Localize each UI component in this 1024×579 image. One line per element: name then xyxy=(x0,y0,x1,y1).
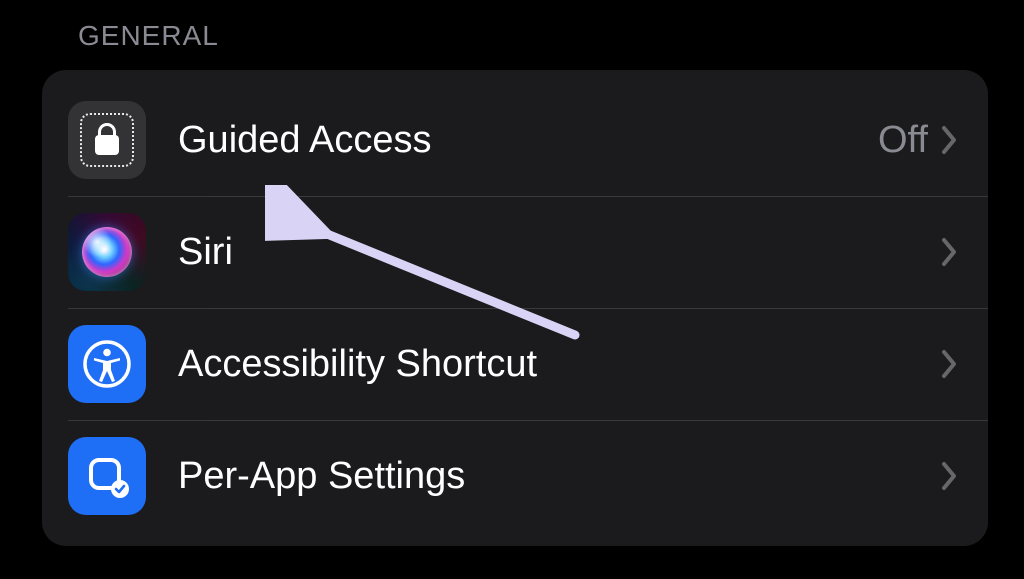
row-value: Off xyxy=(878,119,928,162)
row-divider xyxy=(208,308,958,309)
siri-icon xyxy=(68,213,146,291)
chevron-right-icon xyxy=(942,126,958,154)
row-label: Accessibility Shortcut xyxy=(178,343,942,386)
row-accessibility-shortcut[interactable]: Accessibility Shortcut xyxy=(68,308,958,420)
row-label: Siri xyxy=(178,231,942,274)
section-header-general: GENERAL xyxy=(78,20,219,52)
row-divider xyxy=(208,420,958,421)
chevron-right-icon xyxy=(942,462,958,490)
row-label: Per-App Settings xyxy=(178,455,942,498)
chevron-right-icon xyxy=(942,350,958,378)
row-per-app-settings[interactable]: Per-App Settings xyxy=(68,420,958,532)
settings-card-general: Guided Access Off Siri Accessibility Sho… xyxy=(42,70,988,546)
row-siri[interactable]: Siri xyxy=(68,196,958,308)
guided-access-icon xyxy=(68,101,146,179)
per-app-icon xyxy=(68,437,146,515)
row-guided-access[interactable]: Guided Access Off xyxy=(68,84,958,196)
row-label: Guided Access xyxy=(178,119,878,162)
chevron-right-icon xyxy=(942,238,958,266)
row-divider xyxy=(208,196,958,197)
accessibility-icon xyxy=(68,325,146,403)
